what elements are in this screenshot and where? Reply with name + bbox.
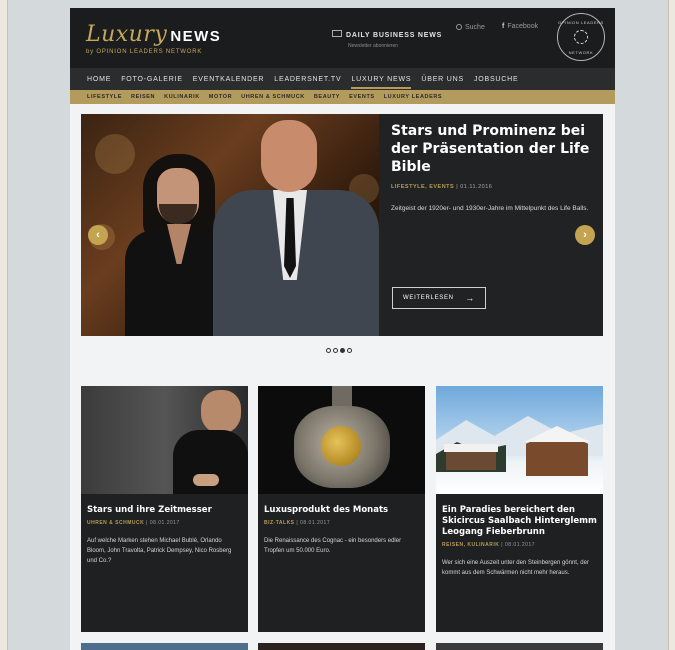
logo-subtitle: by OPINION LEADERS NETWORK (86, 49, 203, 55)
article-category[interactable]: BIZ-TALKS (264, 520, 295, 526)
article-image[interactable] (258, 386, 425, 494)
category-navigation: LIFESTYLE REISEN KULINARIK MOTOR UHREN & SCH… (70, 90, 615, 104)
carousel-dot[interactable] (326, 348, 331, 353)
nav-item-luxury-news[interactable]: LUXURY NEWS (351, 76, 412, 89)
logo-script: Luxury (86, 22, 168, 47)
article-card[interactable]: Stars und ihre Zeitmesser UHREN & SCHMUC… (81, 386, 248, 632)
article-title[interactable]: Luxusprodukt des Monats (264, 505, 419, 516)
category-item-lifestyle[interactable]: LIFESTYLE (87, 94, 122, 100)
article-body: Ein Paradies bereichert den Skicircus Sa… (436, 494, 603, 584)
seal-text-bottom: NETWORK (568, 50, 594, 55)
hero-image[interactable] (81, 114, 379, 336)
search-link[interactable]: Suche (456, 23, 485, 31)
category-item-uhren-schmuck[interactable]: UHREN & SCHMUCK (241, 94, 305, 100)
carousel-dot[interactable] (333, 348, 338, 353)
article-body: Stars und ihre Zeitmesser UHREN & SCHMUC… (81, 494, 248, 572)
slider-next-button[interactable]: › (575, 225, 595, 245)
carousel-dots (326, 348, 352, 353)
article-card[interactable]: Ein Paradies bereichert den Skicircus Sa… (436, 386, 603, 632)
article-category[interactable]: UHREN & SCHMUCK (87, 520, 144, 526)
facebook-icon: f (502, 23, 505, 30)
arrow-right-icon: → (465, 293, 475, 303)
search-icon (456, 24, 462, 30)
search-label: Suche (465, 24, 485, 31)
seal-text-top: OPINION LEADERS (558, 20, 604, 25)
article-date: 08.01.2017 (149, 520, 180, 526)
article-category[interactable]: REISEN, KULINARIK (442, 542, 499, 548)
hero-description: Zeitgeist der 1920er- und 1930er-Jahre i… (391, 205, 589, 212)
hero-meta: LIFESTYLE, EVENTS | 01.11.2016 (391, 184, 591, 190)
read-more-button[interactable]: WEITERLESEN → (392, 287, 486, 309)
seal-emblem-icon (574, 30, 588, 44)
nav-item-leadersnet-tv[interactable]: LEADERSNET.TV (274, 76, 341, 83)
article-meta: REISEN, KULINARIK | 08.01.2017 (442, 542, 597, 548)
slider-prev-button[interactable]: ‹ (88, 225, 108, 245)
site-header: Luxury NEWS by OPINION LEADERS NETWORK DA… (70, 8, 615, 68)
main-navigation: HOME FOTO-GALERIE EVENTKALENDER LEADERSNET.… (70, 68, 615, 90)
nav-item-home[interactable]: HOME (87, 76, 111, 83)
nav-item-foto-galerie[interactable]: FOTO-GALERIE (121, 76, 183, 83)
chevron-left-icon: ‹ (96, 229, 100, 241)
carousel-dot[interactable] (347, 348, 352, 353)
category-item-kulinarik[interactable]: KULINARIK (164, 94, 200, 100)
hero-slider: Stars und Prominenz bei der Präsentation… (81, 114, 603, 336)
article-title[interactable]: Stars und ihre Zeitmesser (87, 505, 242, 516)
category-item-luxury-leaders[interactable]: LUXURY LEADERS (384, 94, 443, 100)
article-body: Luxusprodukt des Monats BIZ-TALKS | 08.0… (258, 494, 425, 562)
article-description: Die Renaissance des Cognac - ein besonde… (264, 538, 402, 554)
article-description: Auf welche Marken stehen Michael Bublé, … (87, 538, 232, 564)
hero-category[interactable]: LIFESTYLE, EVENTS (391, 184, 454, 190)
page: Luxury NEWS by OPINION LEADERS NETWORK DA… (70, 8, 615, 650)
article-description: Wer sich eine Auszeit unter den Steinber… (442, 560, 589, 576)
article-card-preview[interactable] (258, 643, 425, 650)
category-item-beauty[interactable]: BEAUTY (314, 94, 340, 100)
article-title[interactable]: Ein Paradies bereichert den Skicircus Sa… (442, 505, 597, 538)
logo-word: NEWS (170, 28, 222, 45)
facebook-link[interactable]: f Facebook (502, 23, 538, 30)
article-card-preview[interactable] (436, 643, 603, 650)
carousel-dot[interactable] (340, 348, 345, 353)
nav-item-jobsuche[interactable]: JOBSUCHE (474, 76, 519, 83)
article-date: 08.01.2017 (300, 520, 331, 526)
article-card-preview[interactable] (81, 643, 248, 650)
chevron-right-icon: › (583, 229, 587, 241)
facebook-label: Facebook (507, 23, 539, 30)
article-date: 08.01.2017 (504, 542, 536, 548)
site-logo[interactable]: Luxury NEWS by OPINION LEADERS NETWORK (86, 22, 221, 55)
mail-icon (332, 30, 342, 37)
article-meta: UHREN & SCHMUCK | 08.01.2017 (87, 520, 242, 526)
article-card[interactable]: Luxusprodukt des Monats BIZ-TALKS | 08.0… (258, 386, 425, 632)
hero-date: 01.11.2016 (460, 184, 493, 190)
category-item-motor[interactable]: MOTOR (209, 94, 232, 100)
category-item-events[interactable]: EVENTS (349, 94, 375, 100)
newsletter-title: DAILY BUSINESS NEWS (346, 32, 443, 39)
nav-item-über-uns[interactable]: ÜBER UNS (421, 76, 464, 83)
network-seal[interactable]: OPINION LEADERS NETWORK (557, 13, 605, 61)
newsletter-link[interactable]: DAILY BUSINESS NEWS Newsletter abonniere… (332, 24, 442, 49)
article-image[interactable] (81, 386, 248, 494)
read-more-label: WEITERLESEN (403, 295, 454, 301)
newsletter-subtitle: Newsletter abonnieren (348, 43, 399, 49)
article-meta: BIZ-TALKS | 08.01.2017 (264, 520, 419, 526)
article-image[interactable] (436, 386, 603, 494)
hero-title[interactable]: Stars und Prominenz bei der Präsentation… (391, 122, 591, 176)
nav-item-eventkalender[interactable]: EVENTKALENDER (193, 76, 264, 83)
category-item-reisen[interactable]: REISEN (131, 94, 155, 100)
hero-content: Stars und Prominenz bei der Präsentation… (379, 114, 603, 336)
person-right (213, 120, 379, 336)
